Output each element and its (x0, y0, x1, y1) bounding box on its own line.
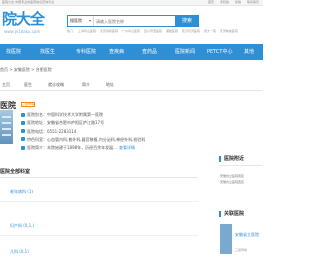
divider (219, 165, 263, 166)
search-button[interactable]: 搜索 (175, 15, 199, 27)
top-link-contact[interactable]: 联系我们 (247, 0, 259, 4)
intro-icon (21, 145, 25, 150)
top-link-mobile[interactable]: 手机版 (220, 0, 229, 4)
departments-title: 医院全部科室 (0, 169, 31, 175)
hotword-link[interactable]: 湘雅医院 (166, 29, 178, 33)
nav-item-other[interactable]: 其他 (244, 44, 254, 60)
nearby-link[interactable]: ·安徽省立医院西区 (219, 180, 263, 185)
top-link-home[interactable]: 首页 (208, 0, 214, 4)
phone-icon (21, 129, 25, 134)
hotword-link[interactable]: 武汉同济医院 (182, 29, 200, 33)
info-row-address: 医院地址：安徽省合肥市庐阳区庐江路17号 (21, 119, 196, 127)
alias-icon (21, 112, 25, 117)
nav-item-specialty[interactable]: 专科医院 (76, 44, 96, 60)
nav-item-drugs[interactable]: 查药品 (142, 44, 157, 60)
info-label: 医院电话： (27, 128, 47, 134)
level-badge: 三级甲等 (21, 102, 35, 107)
hotword-link[interactable]: 广州中山医院 (122, 29, 140, 33)
hotword-label: 热门: (67, 29, 75, 33)
info-row-specialty: 特色科室：心血管内科,普外科,器官移植,内分泌科,神经外科,检验科 (21, 136, 196, 144)
top-bar: 医院大全-中国专业的医院信息查询平台 首页 手机版 投稿 联系我们 (0, 0, 263, 6)
tab-doctors[interactable]: 医生 (24, 81, 32, 89)
nav-item-news[interactable]: 医院新闻 (175, 44, 195, 60)
search-type-select[interactable]: 搜医院 (70, 16, 94, 26)
info-value: 本院始建于1898年，历经百余年发展... (47, 145, 117, 151)
logo-url: www.yi1daku.com (4, 29, 41, 34)
nearby-hospitals-panel: 医院附近 ·安徽省立医院南区 ·安徽省立医院西区 (219, 156, 263, 185)
department-link[interactable]: 儿科 (0,1) (10, 249, 29, 255)
info-label: 医院简介： (27, 145, 47, 151)
divider (0, 235, 198, 236)
nav-item-diseases[interactable]: 查疾病 (109, 44, 124, 60)
window-decor (2, 128, 11, 130)
top-link-submit[interactable]: 投稿 (235, 0, 241, 4)
nav-item-hospitals[interactable]: 找医院 (6, 44, 21, 60)
specialty-icon (21, 137, 25, 142)
department-link[interactable]: 妇产科 (0,1,) (10, 223, 34, 229)
window-decor (2, 116, 11, 118)
hospital-info: 医院别名：中国科学技术大学附属第一医院 医院地址：安徽省合肥市庐阳区庐江路17号… (21, 111, 196, 152)
hot-search-words: 热门: 上海华山医院 北京协和医院 广州中山医院 四川华西医院 湘雅医院 武汉同… (67, 29, 257, 33)
logo-text: 院大全 (2, 10, 45, 28)
info-label: 医院地址： (27, 120, 47, 126)
info-value: 中国科学技术大学附属第一医院 (47, 112, 103, 117)
window-decor (2, 122, 11, 124)
tab-home[interactable]: 主页 (2, 81, 10, 89)
top-links: 首页 手机版 投稿 联系我们 (203, 0, 259, 5)
divider (0, 177, 198, 178)
divider (0, 201, 198, 202)
related-hospitals-panel: 关联医院 (219, 211, 263, 217)
info-label: 医院别名： (27, 112, 47, 117)
nearby-link[interactable]: ·安徽省立医院南区 (219, 174, 263, 179)
related-hospital-thumbnail[interactable] (220, 224, 232, 254)
site-logo[interactable]: 院大全 www.yi1daku.com (2, 8, 48, 38)
hospital-photo (0, 110, 13, 144)
main-nav: 找医院 找医生 专科医院 查疾病 查药品 医院新闻 PETCT中心 其他 (0, 44, 263, 60)
hotword-link[interactable]: 北京协和医院 (100, 29, 118, 33)
search-bar: 搜医院 搜索 (67, 15, 199, 27)
hospital-tabs: 主页 医生 就诊攻略 简介 地址 (0, 79, 263, 91)
tab-address[interactable]: 地址 (106, 81, 114, 89)
search-input[interactable] (96, 17, 166, 25)
info-row-phone: 医院电话：0551-2283114 (21, 128, 196, 136)
hotword-link[interactable]: 上海华山医院 (78, 29, 96, 33)
site-slogan: 医院大全-中国专业的医院信息查询平台 (2, 0, 55, 4)
tab-guide[interactable]: 就诊攻略 (48, 81, 64, 89)
nav-item-petct[interactable]: PETCT中心 (207, 44, 232, 60)
breadcrumb[interactable]: 首页 > 安徽医院 > 合肥医院 (0, 67, 52, 73)
info-row-alias: 医院别名：中国科学技术大学附属第一医院 (21, 111, 196, 119)
location-icon (21, 120, 25, 125)
related-title: 关联医院 (219, 211, 263, 217)
info-row-intro: 医院简介：本院始建于1898年，历经百余年发展... 查看详情 (21, 144, 196, 152)
info-label: 特色科室： (27, 136, 47, 142)
info-value: 0551-2283114 (47, 128, 77, 134)
related-hospital-level: 三级甲等 (235, 248, 248, 252)
info-value: 心血管内科,普外科,器官移植,内分泌科,神经外科,检验科 (47, 136, 146, 142)
info-value: 安徽省合肥市庐阳区庐江路17号 (47, 120, 105, 126)
nav-item-doctors[interactable]: 找医生 (40, 44, 55, 60)
hotword-link[interactable]: 浙大一院 (204, 29, 216, 33)
nearby-title: 医院附近 (219, 156, 263, 162)
view-details-link[interactable]: 查看详情 (119, 145, 135, 150)
hotword-link[interactable]: 天津肿瘤医院 (220, 29, 238, 33)
related-hospital-name[interactable]: 安徽省立医院 (235, 232, 263, 237)
hotword-link[interactable]: 四川华西医院 (144, 29, 162, 33)
tab-intro[interactable]: 简介 (82, 81, 90, 89)
window-decor (2, 134, 11, 136)
chevron-down-icon (89, 20, 91, 22)
search-type-label: 搜医院 (70, 18, 82, 23)
department-link[interactable]: 老年病科 (1) (10, 189, 33, 195)
